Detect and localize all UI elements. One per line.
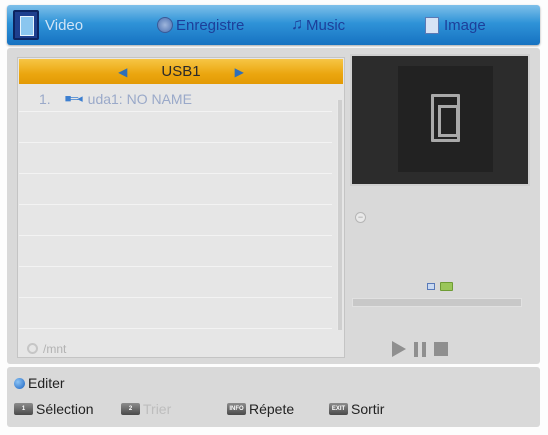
image-icon (425, 16, 439, 34)
playback-progress (352, 298, 522, 307)
exit-key-icon: EXIT (329, 403, 348, 415)
device-selector[interactable]: ◀ USB1 ▶ (19, 59, 343, 84)
arrow-right-icon[interactable]: ▶ (235, 65, 244, 79)
help-sort-label: Trier (143, 401, 172, 417)
device-name: USB1 (161, 63, 201, 80)
tab-music-label: Music (306, 16, 346, 34)
file-icon (427, 283, 435, 290)
tab-video[interactable]: Video (13, 5, 83, 45)
film-strip-icon (431, 94, 460, 142)
playback-controls (392, 341, 448, 357)
minus-circle-icon: − (355, 212, 366, 223)
usb-icon: ■═◂ (64, 93, 83, 105)
file-list: ◀ USB1 ▶ 1. ■═◂ uda1: NO NAME /mnt (17, 57, 345, 358)
media-tab-bar: Video Enregistre ♫ Music Image (7, 5, 540, 45)
item-index: 1. (39, 90, 51, 107)
current-path: /mnt (43, 341, 67, 356)
help-exit[interactable]: EXIT Sortir (329, 401, 384, 417)
folder-icon (440, 282, 453, 291)
list-item-empty (19, 143, 332, 174)
help-edit[interactable]: Editer (14, 375, 65, 391)
stop-icon[interactable] (434, 342, 448, 356)
list-item-empty (19, 298, 332, 329)
music-note-icon: ♫ (291, 16, 303, 33)
key-2-icon: 2 (121, 403, 140, 415)
help-repeat[interactable]: INFO Répete (227, 401, 294, 417)
file-rows: 1. ■═◂ uda1: NO NAME (19, 86, 332, 329)
arrow-left-icon[interactable]: ◀ (118, 65, 127, 79)
list-item-empty (19, 267, 332, 298)
list-item-empty (19, 236, 332, 267)
tab-record-label: Enregistre (176, 16, 245, 34)
tab-music[interactable]: ♫ Music (291, 5, 345, 45)
list-item[interactable]: 1. ■═◂ uda1: NO NAME (19, 86, 332, 112)
help-exit-label: Sortir (351, 401, 385, 417)
preview-window (350, 54, 530, 186)
tab-image-label: Image (444, 16, 486, 34)
list-item-empty (19, 174, 332, 205)
tab-video-label: Video (45, 16, 84, 34)
blue-button-icon (14, 377, 25, 389)
record-icon (157, 17, 173, 33)
help-sort[interactable]: 2 Trier (121, 401, 171, 417)
tab-record[interactable]: Enregistre (157, 5, 244, 45)
play-icon[interactable] (392, 341, 406, 357)
tab-image[interactable]: Image (425, 5, 486, 45)
help-edit-label: Editer (28, 375, 65, 391)
help-select-label: Sélection (36, 401, 94, 417)
item-name: uda1: NO NAME (87, 90, 192, 107)
path-bar: /mnt (19, 340, 343, 357)
preview-placeholder (398, 66, 493, 172)
main-panel: ◀ USB1 ▶ 1. ■═◂ uda1: NO NAME /mnt − (7, 48, 540, 364)
key-1-icon: 1 (14, 403, 33, 415)
help-bar: Editer 1 Sélection 2 Trier INFO Répete E… (7, 367, 540, 427)
help-select[interactable]: 1 Sélection (14, 401, 94, 417)
pause-icon[interactable] (414, 341, 426, 357)
info-key-icon: INFO (227, 403, 246, 415)
file-info-icons (427, 282, 453, 291)
path-icon (27, 343, 38, 354)
scrollbar[interactable] (337, 100, 342, 330)
list-item-empty (19, 112, 332, 143)
help-repeat-label: Répete (249, 401, 295, 417)
film-icon (13, 10, 39, 40)
list-item-empty (19, 205, 332, 236)
